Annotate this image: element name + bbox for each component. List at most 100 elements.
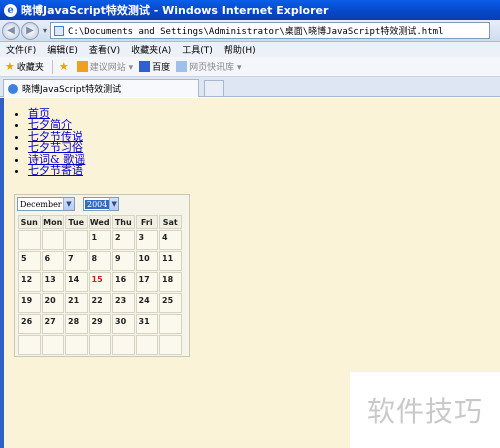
menu-view[interactable]: 查看(V) [89, 43, 120, 56]
calendar-day-cell[interactable]: 10 [135, 251, 158, 271]
window-title: 晓博JavaScript特效测试 - Windows Internet Expl… [21, 4, 329, 17]
chevron-down-icon: ▼ [63, 198, 74, 210]
back-arrow-icon[interactable]: ◀ [2, 21, 20, 40]
calendar-day-cell[interactable]: 5 [18, 251, 41, 271]
ie-logo-icon: e [4, 3, 17, 17]
calendar-week-row: 26 27 28 29 30 31 [18, 314, 182, 334]
calendar-day-cell[interactable]: 24 [135, 293, 158, 313]
calendar-day-cell[interactable]: 17 [135, 272, 158, 292]
calendar-empty-cell [18, 335, 41, 355]
calendar-day-cell[interactable]: 16 [112, 272, 135, 292]
star-icon: ★ [5, 60, 15, 73]
calendar-week-row [18, 335, 182, 355]
web-slice-icon [176, 61, 188, 72]
calendar-day-cell[interactable]: 11 [159, 251, 182, 271]
weekday-fri: Fri [135, 215, 158, 229]
tab-page-icon [8, 83, 18, 94]
nav-link-messages[interactable]: 七夕节寄语 [28, 164, 83, 177]
calendar-day-cell[interactable]: 15 [88, 272, 111, 292]
list-item: 七夕节寄语 [28, 165, 85, 176]
baidu-label: 百度 [152, 63, 171, 73]
calendar-empty-cell [135, 335, 158, 355]
calendar-day-cell[interactable]: 9 [112, 251, 135, 271]
new-tab-button[interactable] [204, 80, 224, 96]
weekday-thu: Thu [112, 215, 135, 229]
calendar-empty-cell [41, 335, 64, 355]
address-field[interactable]: C:\Documents and Settings\Administrator\… [50, 22, 491, 39]
menu-file[interactable]: 文件(F) [6, 43, 36, 56]
history-dropdown-icon[interactable]: ▾ [43, 26, 47, 35]
title-bar: e 晓博JavaScript特效测试 - Windows Internet Ex… [0, 0, 500, 20]
month-select[interactable]: December ▼ [17, 197, 75, 211]
add-favorite-button[interactable]: ★ [59, 60, 71, 73]
menu-tools[interactable]: 工具(T) [182, 43, 213, 56]
page-icon [54, 25, 65, 36]
calendar-day-cell[interactable]: 4 [159, 230, 182, 250]
nav-list: 首页 七夕简介 七夕节传说 七夕节习俗 诗词& 歌谣 七夕节寄语 [28, 108, 85, 176]
menu-bar: 文件(F) 编辑(E) 查看(V) 收藏夹(A) 工具(T) 帮助(H) [0, 42, 500, 57]
tab-bar: 晓博JavaScript特效测试 [0, 77, 500, 97]
calendar-empty-cell [18, 230, 41, 250]
toolbar-separator [51, 59, 53, 74]
calendar-day-cell[interactable]: 1 [88, 230, 111, 250]
month-value: December [20, 199, 62, 209]
weekday-sun: Sun [18, 215, 41, 229]
calendar-day-cell[interactable]: 22 [88, 293, 111, 313]
web-slice-button[interactable]: 网页快讯库 ▾ [176, 60, 242, 73]
calendar-day-cell[interactable]: 25 [159, 293, 182, 313]
menu-edit[interactable]: 编辑(E) [47, 43, 78, 56]
calendar-empty-cell [65, 230, 88, 250]
menu-help[interactable]: 帮助(H) [224, 43, 256, 56]
calendar-week-row: 19 20 21 22 23 24 25 [18, 293, 182, 313]
calendar-week-row: 12 13 14 15 16 17 18 [18, 272, 182, 292]
calendar-day-cell[interactable]: 20 [41, 293, 64, 313]
calendar-day-cell[interactable]: 3 [135, 230, 158, 250]
calendar-day-cell[interactable]: 14 [65, 272, 88, 292]
suggested-sites-label: 建议网站 ▾ [89, 63, 134, 73]
calendar-day-cell[interactable]: 27 [41, 314, 64, 334]
add-favorite-icon: ★ [58, 60, 69, 73]
suggested-sites-button[interactable]: 建议网站 ▾ [76, 60, 134, 73]
calendar-day-cell[interactable]: 13 [41, 272, 64, 292]
calendar-empty-cell [159, 314, 182, 334]
calendar-day-cell[interactable]: 2 [112, 230, 135, 250]
web-slice-label: 网页快讯库 ▾ [189, 63, 242, 73]
tab-current[interactable]: 晓博JavaScript特效测试 [3, 79, 199, 97]
calendar-day-cell[interactable]: 18 [159, 272, 182, 292]
calendar-day-cell[interactable]: 26 [18, 314, 41, 334]
menu-favorites[interactable]: 收藏夹(A) [131, 43, 171, 56]
forward-arrow-icon[interactable]: ▶ [21, 21, 39, 40]
year-select[interactable]: 2004 ▼ [83, 197, 119, 211]
favorites-button[interactable]: ★ 收藏夹 [5, 60, 44, 73]
calendar-day-cell[interactable]: 12 [18, 272, 41, 292]
calendar-widget: December ▼ 2004 ▼ Sun Mon Tue Wed Thu Fr… [14, 194, 190, 357]
page-content: 首页 七夕简介 七夕节传说 七夕节习俗 诗词& 歌谣 七夕节寄语 Decembe… [0, 98, 500, 448]
calendar-empty-cell [159, 335, 182, 355]
calendar-empty-cell [65, 335, 88, 355]
calendar-day-cell[interactable]: 7 [65, 251, 88, 271]
calendar-day-cell[interactable]: 21 [65, 293, 88, 313]
weekday-wed: Wed [88, 215, 111, 229]
watermark: 软件技巧 [350, 372, 500, 448]
calendar-day-cell[interactable]: 23 [112, 293, 135, 313]
suggested-sites-icon [76, 61, 88, 72]
calendar-day-cell[interactable]: 19 [18, 293, 41, 313]
address-url: C:\Documents and Settings\Administrator\… [68, 27, 444, 37]
calendar-empty-cell [41, 230, 64, 250]
calendar-day-cell[interactable]: 29 [88, 314, 111, 334]
calendar-day-cell[interactable]: 8 [88, 251, 111, 271]
calendar-day-cell[interactable]: 6 [41, 251, 64, 271]
calendar-selectors: December ▼ 2004 ▼ [17, 197, 119, 211]
calendar-day-cell[interactable]: 31 [135, 314, 158, 334]
weekday-header-row: Sun Mon Tue Wed Thu Fri Sat [18, 215, 182, 229]
calendar-empty-cell [112, 335, 135, 355]
calendar-day-cell[interactable]: 30 [112, 314, 135, 334]
tab-title: 晓博JavaScript特效测试 [22, 85, 122, 95]
calendar-grid: Sun Mon Tue Wed Thu Fri Sat 1 2 3 4 5 6 7 8 9 10 1… [17, 214, 183, 356]
baidu-link[interactable]: 百度 [139, 60, 170, 73]
favorites-label: 收藏夹 [16, 63, 44, 73]
calendar-day-cell[interactable]: 28 [65, 314, 88, 334]
baidu-icon [139, 61, 151, 72]
weekday-mon: Mon [41, 215, 64, 229]
weekday-sat: Sat [159, 215, 182, 229]
